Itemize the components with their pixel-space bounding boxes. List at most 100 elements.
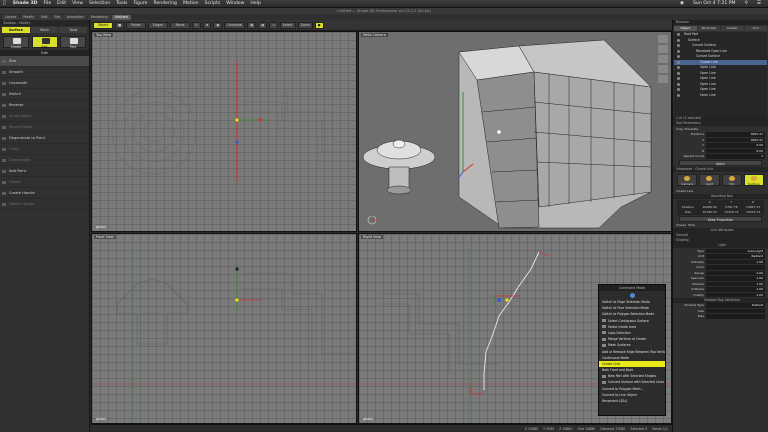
parameter-field[interactable]: 0.00 <box>706 143 765 148</box>
coordinate-system-label[interactable]: global <box>96 225 106 229</box>
edit-command-item[interactable]: Smooth <box>0 67 89 78</box>
edges-mode-button[interactable]: Edges <box>148 21 169 29</box>
universal-manipulator-button[interactable]: Universal <box>224 21 246 29</box>
light-parameter-field[interactable]: 1.00 <box>706 270 765 275</box>
viewport-label[interactable]: Right View <box>361 235 384 239</box>
menu-selection[interactable]: Selection <box>86 1 113 6</box>
keep-proportion-button[interactable]: Keep Proportion <box>679 215 762 222</box>
edit-command-item[interactable]: Sharp Edges <box>0 111 89 122</box>
light-parameter-field[interactable]: 1.00 <box>706 292 765 297</box>
zoom-button[interactable]: Zoom <box>297 21 313 29</box>
edit-command-item[interactable]: Delete Handle <box>0 199 89 210</box>
edit-command-item[interactable]: Add Point <box>0 166 89 177</box>
app-menu[interactable]: Shade 3D <box>9 1 41 6</box>
clock[interactable]: Sun Oct 4 7:21 PM <box>690 1 739 6</box>
shadow-bias-field[interactable] <box>706 314 765 319</box>
part-tool-button[interactable]: Part <box>60 36 86 49</box>
surface-button[interactable]: Surface <box>743 174 764 186</box>
grid-icon[interactable]: ▩ <box>258 21 268 29</box>
apple-icon[interactable]:  <box>0 1 9 6</box>
visibility-icon[interactable] <box>677 38 680 42</box>
menu-help[interactable]: Help <box>247 1 263 6</box>
visibility-icon[interactable] <box>677 33 680 36</box>
menu-file[interactable]: File <box>40 1 54 6</box>
light-parameter-field[interactable]: 1.00 <box>706 287 765 292</box>
parameter-field[interactable]: 3005.47 <box>706 132 765 137</box>
toolbar-icon-1[interactable]: ■ <box>115 21 125 29</box>
visibility-icon[interactable] <box>677 49 680 53</box>
browser-tab-attributes[interactable]: Attributes <box>697 26 720 31</box>
bounding-box-cell[interactable]: 13430.74 <box>721 210 743 215</box>
camera-view-icon[interactable] <box>658 75 668 83</box>
context-menu-item[interactable]: Mesh Surfaces <box>599 342 665 348</box>
scale-icon[interactable]: ▣ <box>213 21 223 29</box>
camera-button[interactable]: Camera <box>677 174 698 186</box>
command-mode-icon[interactable] <box>629 292 635 298</box>
visibility-icon[interactable] <box>677 71 680 75</box>
tab-rendering[interactable]: Rendering <box>87 14 111 20</box>
object-name-field[interactable]: Closed Line <box>676 189 693 193</box>
light-parameter-field[interactable]: Radiant <box>706 254 765 259</box>
light-parameter-field[interactable]: Area Light <box>706 248 765 253</box>
tab-mesh[interactable]: Mesh <box>30 27 59 33</box>
parameter-field[interactable]: 0.00 <box>706 148 765 153</box>
edit-command-item[interactable]: Round Edges <box>0 122 89 133</box>
points-mode-button[interactable]: Points <box>126 21 147 29</box>
faces-mode-button[interactable]: Faces <box>170 21 191 29</box>
coordinate-system-label[interactable]: global <box>363 417 373 421</box>
light-button[interactable]: Light <box>699 174 720 186</box>
context-menu-item[interactable]: Reconnect (S&I) <box>599 398 665 404</box>
edit-command-item[interactable]: Disentangle <box>0 155 89 166</box>
browser-tab-object[interactable]: Object <box>674 26 697 31</box>
menu-window[interactable]: Window <box>223 1 247 6</box>
rotate-view-icon[interactable] <box>658 35 668 43</box>
menu-view[interactable]: View <box>69 1 86 6</box>
viewport-top[interactable]: Top View global <box>91 31 357 232</box>
viewport-front[interactable]: Front View global <box>91 233 357 424</box>
browser-tab-find[interactable]: Find <box>744 26 767 31</box>
copy-mode-label[interactable]: Copy Translate <box>676 127 698 131</box>
pan-view-icon[interactable] <box>658 45 668 53</box>
wifi-icon[interactable]: ◉ <box>677 1 687 6</box>
light-parameter-field[interactable]: 1.00 <box>706 281 765 286</box>
context-menu-item[interactable]: Add or Remove Edge Between Two Vertices <box>599 349 665 355</box>
search-icon[interactable]: ⚲ <box>742 1 751 6</box>
menu-scripts[interactable]: Scripts <box>202 1 224 6</box>
rotate-icon[interactable]: ↻ <box>192 21 201 29</box>
edit-command-item[interactable]: Create Handle <box>0 188 89 199</box>
navigation-gizmo[interactable] <box>658 35 668 83</box>
info-button[interactable]: Info <box>721 174 742 186</box>
edit-command-item[interactable]: Reverse <box>0 100 89 111</box>
coordinate-system-label[interactable]: global <box>96 417 106 421</box>
edit-command-item[interactable]: Size <box>0 56 89 67</box>
viewport-perspective[interactable]: Meta Camera <box>358 31 672 232</box>
zoom-view-icon[interactable] <box>658 55 668 63</box>
tab-edit[interactable]: Edit <box>38 14 51 20</box>
context-menu-item[interactable]: Convert Surface with Selected Lines <box>599 379 665 385</box>
shadow-size-field[interactable] <box>706 308 765 313</box>
object-mode-button[interactable]: Object <box>93 21 113 29</box>
dolly-view-icon[interactable] <box>658 65 668 73</box>
visibility-icon[interactable] <box>677 44 680 47</box>
apply-button[interactable]: Apply <box>679 160 762 166</box>
menu-tools[interactable]: Tools <box>113 1 130 6</box>
list-icon[interactable]: ☰ <box>754 1 764 6</box>
edit-command-item[interactable]: Degenerate to Point <box>0 133 89 144</box>
move-icon[interactable]: ✥ <box>202 21 212 29</box>
visibility-icon[interactable] <box>677 82 680 86</box>
bounding-box-cell[interactable]: 10780.23 <box>699 210 721 215</box>
hide-checkbox[interactable]: Hide <box>688 223 695 227</box>
visibility-icon[interactable] <box>677 88 680 91</box>
magnet-icon[interactable]: ∩ <box>269 21 278 29</box>
menu-edit[interactable]: Edit <box>54 1 69 6</box>
menu-rendering[interactable]: Rendering <box>151 1 180 6</box>
visibility-icon[interactable] <box>677 66 680 69</box>
menu-figure[interactable]: Figure <box>130 1 150 6</box>
edit-command-item[interactable]: Unsmooth <box>0 78 89 89</box>
visibility-icon[interactable] <box>677 77 680 80</box>
light-parameter-field[interactable]: 1.00 <box>706 259 765 264</box>
tab-untitled[interactable]: Untitled <box>111 14 131 20</box>
visibility-icon[interactable] <box>677 60 680 64</box>
browser-tab-shader[interactable]: Shader <box>721 26 744 31</box>
snap-icon[interactable]: ▦ <box>247 21 257 29</box>
